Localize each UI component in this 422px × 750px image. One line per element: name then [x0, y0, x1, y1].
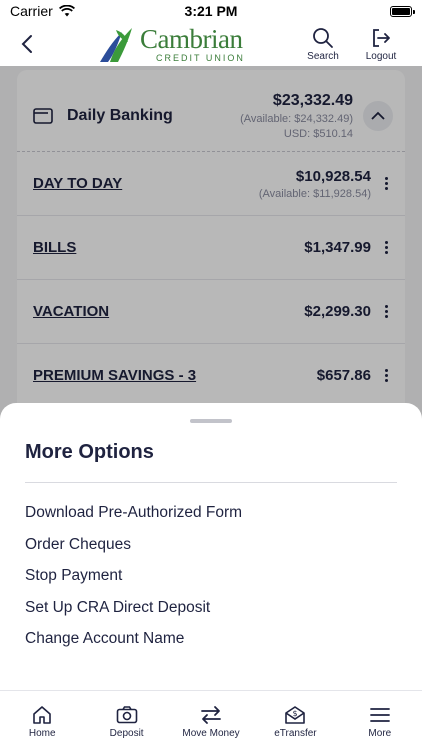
transfer-arrows-icon	[201, 706, 221, 724]
more-options-sheet: More Options Download Pre-Authorized For…	[0, 403, 422, 690]
svg-text:$: $	[293, 709, 298, 718]
option-change-account-name[interactable]: Change Account Name	[25, 629, 397, 661]
logout-label: Logout	[365, 50, 397, 62]
tab-move-money[interactable]: Move Money	[169, 691, 253, 750]
options-list: Download Pre-Authorized Form Order Chequ…	[25, 503, 397, 661]
tab-label: eTransfer	[274, 728, 317, 739]
logout-button[interactable]: Logout	[352, 27, 410, 62]
carrier-label: Carrier	[10, 3, 53, 19]
option-download-pre-authorized-form[interactable]: Download Pre-Authorized Form	[25, 503, 397, 535]
brand-sub: CREDIT UNION	[156, 52, 245, 63]
sheet-title: More Options	[25, 441, 397, 483]
tab-deposit[interactable]: Deposit	[84, 691, 168, 750]
app-header: Cambrian CREDIT UNION Search Logout	[0, 22, 422, 66]
sheet-grabber[interactable]	[190, 419, 232, 423]
tab-label: Home	[28, 728, 56, 739]
chevron-left-icon	[21, 35, 32, 53]
tab-bar: Home Deposit Move Money $ eTransfer More	[0, 690, 422, 750]
back-button[interactable]	[12, 24, 42, 64]
etransfer-icon: $	[285, 706, 306, 724]
tab-label: Deposit	[109, 728, 144, 739]
option-cra-direct-deposit[interactable]: Set Up CRA Direct Deposit	[25, 598, 397, 630]
tab-more[interactable]: More	[338, 691, 422, 750]
option-stop-payment[interactable]: Stop Payment	[25, 566, 397, 598]
wifi-icon	[58, 5, 75, 17]
home-icon	[33, 706, 52, 724]
tab-etransfer[interactable]: $ eTransfer	[253, 691, 337, 750]
battery-icon	[390, 5, 415, 17]
logout-icon	[373, 28, 390, 47]
status-time: 3:21 PM	[184, 3, 238, 19]
cambrian-logo: Cambrian CREDIT UNION	[42, 22, 294, 66]
menu-icon	[369, 708, 390, 722]
search-button[interactable]: Search	[294, 27, 352, 62]
logo-mark-icon	[100, 28, 132, 62]
camera-icon	[116, 706, 137, 724]
tab-label: More	[368, 728, 392, 739]
search-icon	[313, 27, 333, 48]
tab-home[interactable]: Home	[0, 691, 84, 750]
tab-label: Move Money	[182, 728, 240, 739]
status-bar: Carrier 3:21 PM	[0, 0, 422, 22]
option-order-cheques[interactable]: Order Cheques	[25, 535, 397, 567]
brand-name: Cambrian	[140, 23, 243, 54]
search-label: Search	[307, 50, 339, 62]
